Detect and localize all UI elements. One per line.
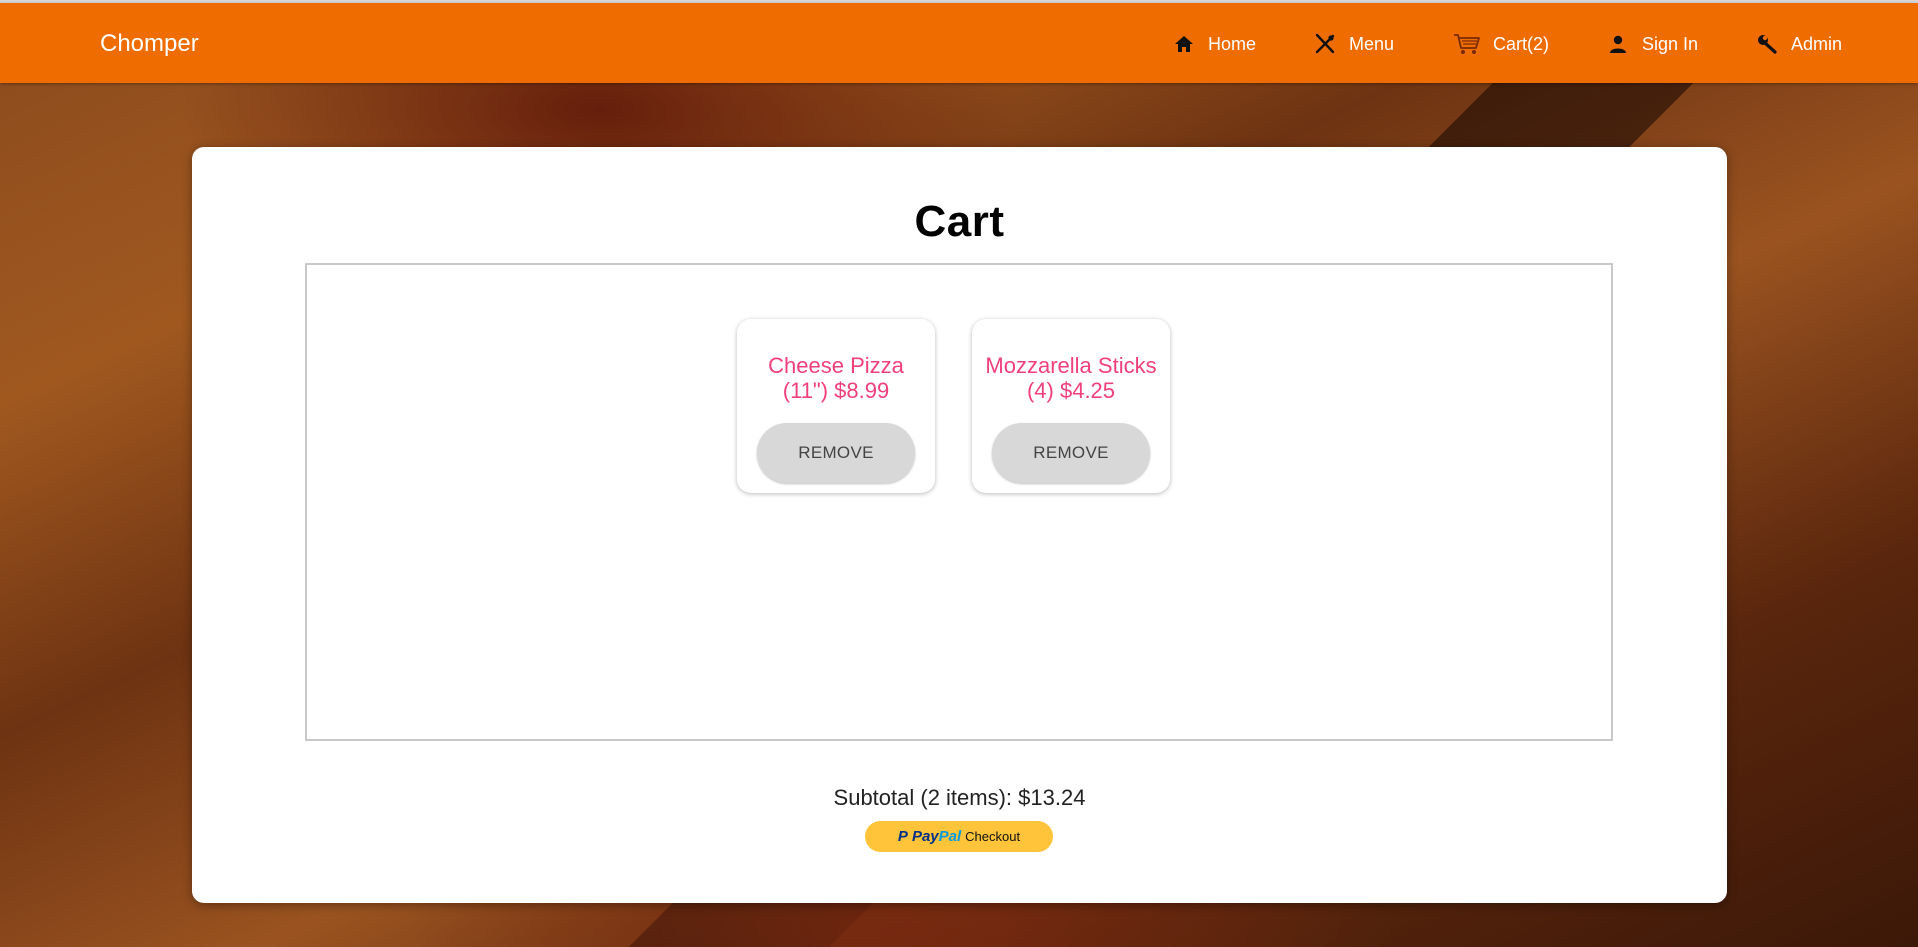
cart-item: Cheese Pizza (11") $8.99 REMOVE: [737, 319, 935, 493]
nav-sign-in[interactable]: Sign In: [1606, 29, 1698, 59]
utensils-icon: [1313, 32, 1337, 56]
nav-admin[interactable]: Admin: [1755, 29, 1842, 59]
page: Chomper Home Menu Cart(2) Sign In Admin …: [0, 0, 1918, 947]
cart-item-name: Mozzarella Sticks (4) $4.25: [985, 353, 1157, 403]
cart-card: Cart Cheese Pizza (11") $8.99 REMOVE Moz…: [192, 147, 1727, 903]
checkout-label: Checkout: [965, 829, 1021, 844]
nav-menu-label: Menu: [1349, 33, 1395, 54]
subtotal-text: Subtotal (2 items): $13.24: [833, 785, 1086, 810]
remove-button[interactable]: REMOVE: [757, 423, 915, 483]
wrench-icon: [1755, 32, 1779, 56]
paypal-brand-pal: Pal: [938, 828, 962, 845]
nav-home[interactable]: Home: [1172, 29, 1256, 59]
nav-sign-in-label: Sign In: [1642, 33, 1699, 54]
nav-admin-label: Admin: [1791, 33, 1843, 54]
paypal-logo: P Pay Pal: [898, 828, 961, 845]
remove-button[interactable]: REMOVE: [992, 423, 1150, 483]
cart-icon: [1453, 32, 1481, 56]
nav-cart[interactable]: Cart(2): [1453, 29, 1549, 59]
paypal-brand-pay: Pay: [911, 828, 939, 845]
cart-items-container: Cheese Pizza (11") $8.99 REMOVE Mozzarel…: [305, 263, 1613, 741]
user-icon: [1606, 32, 1630, 56]
nav-cart-label: Cart(2): [1493, 33, 1550, 54]
paypal-checkout-button[interactable]: P Pay Pal Checkout: [865, 821, 1053, 852]
nav-menu[interactable]: Menu: [1313, 29, 1394, 59]
cart-item: Mozzarella Sticks (4) $4.25 REMOVE: [972, 319, 1170, 493]
brand-logo[interactable]: Chomper: [100, 30, 199, 58]
nav-home-label: Home: [1208, 33, 1257, 54]
navbar: Chomper Home Menu Cart(2) Sign In Admin: [0, 3, 1918, 83]
paypal-p-icon: P: [897, 828, 908, 845]
home-icon: [1172, 32, 1196, 56]
page-title: Cart: [914, 197, 1005, 246]
cart-item-name: Cheese Pizza (11") $8.99: [768, 353, 904, 403]
